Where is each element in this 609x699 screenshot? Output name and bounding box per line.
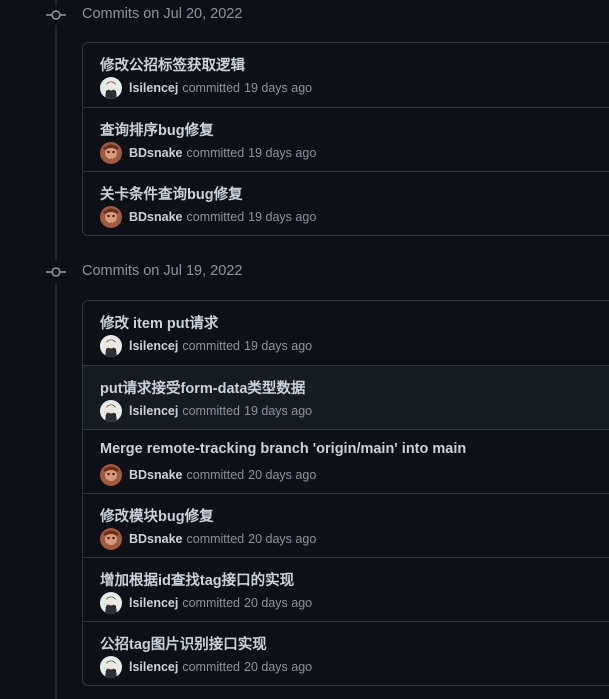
commit-meta: lsilencej committed 19 days ago: [100, 400, 312, 422]
commit-author-link[interactable]: lsilencej: [129, 404, 178, 418]
commit-meta: lsilencej committed 19 days ago: [100, 335, 312, 357]
commit-title-link[interactable]: Merge remote-tracking branch 'origin/mai…: [100, 441, 466, 457]
commit-title-link[interactable]: 增加根据id查找tag接口的实现: [100, 569, 294, 590]
timeline-line: [55, 0, 57, 699]
commit-author-link[interactable]: BDsnake: [129, 532, 183, 546]
commit-row[interactable]: 查询排序bug修复 BDsnake committed 19 days ago: [83, 107, 609, 171]
commit-time: 19 days ago: [244, 81, 313, 95]
commit-time: 20 days ago: [244, 596, 313, 610]
commit-timeline: Commits on Jul 20, 2022 修改公招标签获取逻辑 lsile…: [0, 0, 609, 699]
commit-author-link[interactable]: lsilencej: [129, 596, 178, 610]
commit-verb: committed: [186, 532, 245, 546]
avatar-bdsnake[interactable]: [100, 206, 122, 228]
commit-verb: committed: [182, 660, 240, 674]
commit-title-link[interactable]: 修改公招标签获取逻辑: [100, 54, 245, 75]
commit-author-link[interactable]: lsilencej: [129, 339, 178, 353]
avatar-bdsnake[interactable]: [100, 142, 122, 164]
commit-meta: lsilencej committed 19 days ago: [100, 77, 312, 99]
commit-time: 19 days ago: [244, 404, 313, 418]
commit-list-jul-19: 修改 item put请求 lsilencej committed 19 day…: [82, 300, 609, 686]
commit-meta: BDsnake committed 20 days ago: [100, 528, 316, 550]
commit-time: 20 days ago: [244, 660, 313, 674]
commit-author-link[interactable]: BDsnake: [129, 146, 183, 160]
commit-time: 19 days ago: [248, 210, 317, 224]
avatar-bdsnake[interactable]: [100, 464, 122, 486]
commit-row[interactable]: 关卡条件查询bug修复 BDsnake committed 19 days ag…: [83, 171, 609, 235]
commit-meta: BDsnake committed 19 days ago: [100, 142, 316, 164]
commit-verb: committed: [182, 339, 240, 353]
git-commit-icon: [46, 262, 66, 282]
commit-title-link[interactable]: 修改模块bug修复: [100, 505, 214, 526]
commit-author-link[interactable]: lsilencej: [129, 81, 178, 95]
avatar-bdsnake[interactable]: [100, 528, 122, 550]
commit-row[interactable]: 修改模块bug修复 BDsnake committed 20 days ago: [83, 493, 609, 557]
commit-time: 20 days ago: [248, 532, 317, 546]
avatar-lsilencej[interactable]: [100, 592, 122, 614]
commit-author-link[interactable]: BDsnake: [129, 468, 183, 482]
commit-time: 20 days ago: [248, 468, 317, 482]
group-header-jul-20: Commits on Jul 20, 2022: [82, 6, 243, 22]
commit-verb: committed: [182, 404, 240, 418]
commit-meta: BDsnake committed 20 days ago: [100, 464, 316, 486]
avatar-lsilencej[interactable]: [100, 335, 122, 357]
commit-row[interactable]: 公招tag图片识别接口实现 lsilencej committed 20 day…: [83, 621, 609, 685]
avatar-lsilencej[interactable]: [100, 656, 122, 678]
commit-verb: committed: [186, 146, 245, 160]
commit-title-link[interactable]: 公招tag图片识别接口实现: [100, 633, 267, 654]
commit-author-link[interactable]: BDsnake: [129, 210, 183, 224]
commit-meta: lsilencej committed 20 days ago: [100, 592, 312, 614]
commit-verb: committed: [186, 210, 245, 224]
commit-list-jul-20: 修改公招标签获取逻辑 lsilencej committed 19 days a…: [82, 42, 609, 236]
commit-author-link[interactable]: lsilencej: [129, 660, 178, 674]
avatar-lsilencej[interactable]: [100, 400, 122, 422]
commit-time: 19 days ago: [244, 339, 313, 353]
commit-row[interactable]: put请求接受form-data类型数据 lsilencej committed…: [83, 365, 609, 429]
commit-verb: committed: [182, 81, 240, 95]
commit-row[interactable]: 修改公招标签获取逻辑 lsilencej committed 19 days a…: [83, 43, 609, 107]
commit-title-link[interactable]: 修改 item put请求: [100, 312, 218, 333]
group-header-jul-19: Commits on Jul 19, 2022: [82, 263, 243, 279]
commit-row[interactable]: Merge remote-tracking branch 'origin/mai…: [83, 429, 609, 493]
commit-row[interactable]: 修改 item put请求 lsilencej committed 19 day…: [83, 301, 609, 365]
avatar-lsilencej[interactable]: [100, 77, 122, 99]
commit-title-link[interactable]: 关卡条件查询bug修复: [100, 183, 243, 204]
commit-meta: BDsnake committed 19 days ago: [100, 206, 316, 228]
commit-meta: lsilencej committed 20 days ago: [100, 656, 312, 678]
commit-title-link[interactable]: put请求接受form-data类型数据: [100, 377, 305, 398]
commit-verb: committed: [182, 596, 240, 610]
commit-title-link[interactable]: 查询排序bug修复: [100, 119, 214, 140]
git-commit-icon: [46, 5, 66, 25]
commit-verb: committed: [186, 468, 245, 482]
commit-row[interactable]: 增加根据id查找tag接口的实现 lsilencej committed 20 …: [83, 557, 609, 621]
commit-time: 19 days ago: [248, 146, 317, 160]
